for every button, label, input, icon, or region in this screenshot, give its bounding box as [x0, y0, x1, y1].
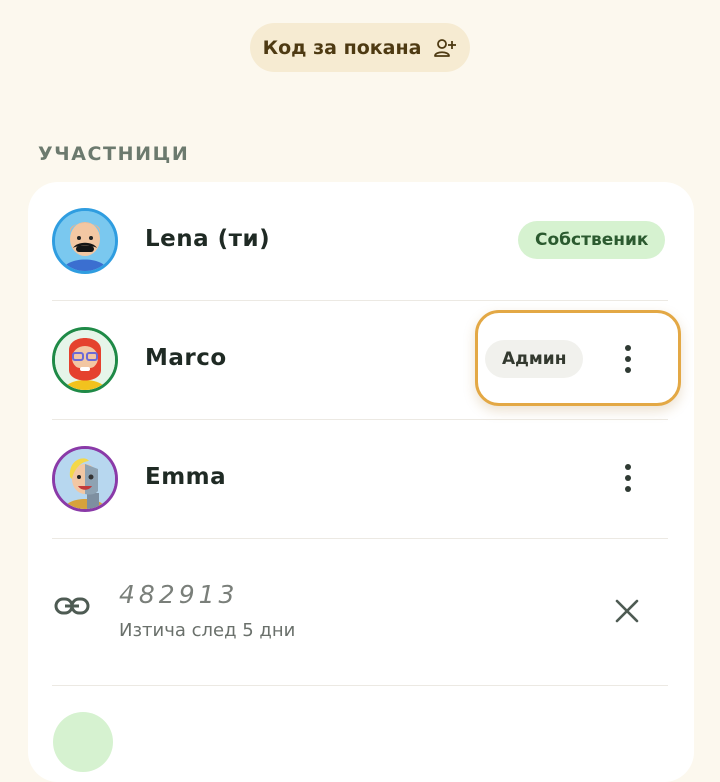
section-title: УЧАСТНИЦИ	[38, 143, 190, 165]
divider	[52, 685, 668, 686]
link-icon	[54, 596, 90, 620]
close-icon[interactable]	[614, 598, 640, 628]
highlight-outline	[475, 310, 681, 406]
divider	[52, 538, 668, 539]
invite-code-value: 482913	[119, 580, 239, 609]
member-row[interactable]: Emma	[28, 420, 694, 538]
invite-code-button[interactable]: Код за покана	[250, 23, 470, 72]
member-row[interactable]: Lena (ти) Собственик	[28, 182, 694, 300]
members-card: Lena (ти) Собственик Marco Админ Emma 48…	[28, 182, 694, 782]
avatar	[53, 712, 113, 772]
member-name: Marco	[145, 345, 227, 371]
avatar	[52, 327, 118, 393]
person-add-icon	[433, 38, 457, 58]
member-name: Lena (ти)	[145, 226, 271, 252]
avatar	[52, 446, 118, 512]
member-name: Emma	[145, 464, 227, 490]
owner-badge: Собственик	[518, 221, 666, 259]
invite-code-label: Код за покана	[262, 36, 422, 59]
avatar	[52, 208, 118, 274]
more-options-icon[interactable]	[608, 458, 648, 498]
invite-code-expiry: Изтича след 5 дни	[119, 620, 296, 641]
